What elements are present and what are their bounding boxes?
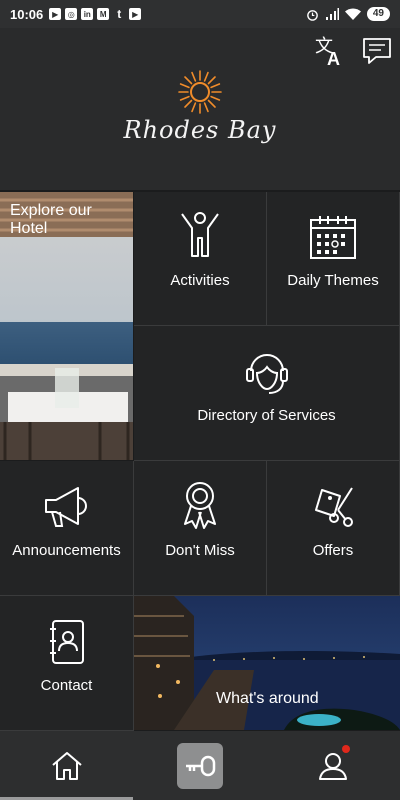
tile-activities-label: Activities — [170, 272, 230, 289]
notification-badge — [342, 745, 350, 753]
app-header: 文 A Rhodes Bay — [0, 28, 400, 190]
sun-logo-icon — [178, 70, 222, 114]
calendar-icon — [310, 216, 356, 259]
status-time: 10:06 — [10, 6, 44, 22]
tile-explore-hotel[interactable]: Explore our Hotel — [0, 192, 133, 460]
wifi-icon — [344, 8, 361, 20]
tile-dont-miss-label: Don't Miss — [165, 542, 235, 559]
status-right: 49 — [306, 7, 390, 21]
megaphone-icon — [44, 487, 87, 527]
tile-contact[interactable]: Contact — [0, 596, 134, 731]
tile-activities[interactable]: Activities — [134, 192, 267, 326]
headset-agent-icon — [245, 354, 288, 394]
alarm-icon — [307, 9, 318, 21]
activities-icon — [181, 212, 219, 257]
svg-text:A: A — [327, 49, 340, 67]
tile-announcements-label: Announcements — [12, 542, 121, 559]
contact-book-icon — [49, 620, 84, 664]
hotel-logo: Rhodes Bay — [120, 68, 280, 158]
key-icon — [186, 755, 216, 777]
tile-whats-around-label: What's around — [216, 690, 319, 707]
nav-profile-button[interactable] — [310, 743, 356, 789]
battery-indicator: 49 — [366, 7, 390, 21]
gmail-icon: M — [97, 8, 110, 20]
tile-contact-label: Contact — [40, 677, 93, 694]
status-bar: 10:06 ▶ ◎ in M t ▶ 49 — [0, 0, 400, 28]
notification-icons: ▶ ◎ in M t ▶ — [49, 7, 142, 21]
nav-home-button[interactable] — [44, 743, 90, 789]
translate-icon: 文 A — [315, 36, 340, 67]
home-icon — [52, 752, 82, 780]
translate-button[interactable]: 文 A — [312, 34, 346, 68]
tumblr-icon: t — [117, 7, 122, 21]
chat-button[interactable] — [360, 34, 394, 68]
linkedin-icon: in — [81, 8, 94, 20]
tile-offers[interactable]: Offers — [267, 461, 400, 596]
instagram-icon: ◎ — [65, 8, 78, 20]
award-ribbon-icon — [184, 482, 216, 529]
youtube-icon: ▶ — [49, 8, 62, 20]
signal-icon — [325, 8, 339, 20]
night-bay-photo — [134, 596, 400, 730]
tile-directory-label: Directory of Services — [197, 407, 336, 424]
tile-offers-label: Offers — [312, 542, 354, 559]
bottom-navigation — [0, 731, 400, 800]
tile-whats-around[interactable]: What's around — [134, 596, 400, 730]
tile-directory-of-services[interactable]: Directory of Services — [134, 326, 400, 461]
tile-dont-miss[interactable]: Don't Miss — [134, 461, 267, 596]
tile-daily-themes[interactable]: Daily Themes — [267, 192, 400, 326]
tile-explore-label: Explore our Hotel — [10, 202, 92, 237]
nav-key-button[interactable] — [177, 743, 223, 789]
price-tag-scissors-icon — [315, 487, 353, 527]
logo-text: Rhodes Bay — [123, 116, 277, 144]
tile-daily-themes-label: Daily Themes — [287, 272, 379, 289]
chat-icon — [363, 38, 391, 64]
profile-icon — [319, 753, 347, 780]
tile-announcements[interactable]: Announcements — [0, 461, 134, 596]
youtube-icon: ▶ — [129, 8, 142, 20]
